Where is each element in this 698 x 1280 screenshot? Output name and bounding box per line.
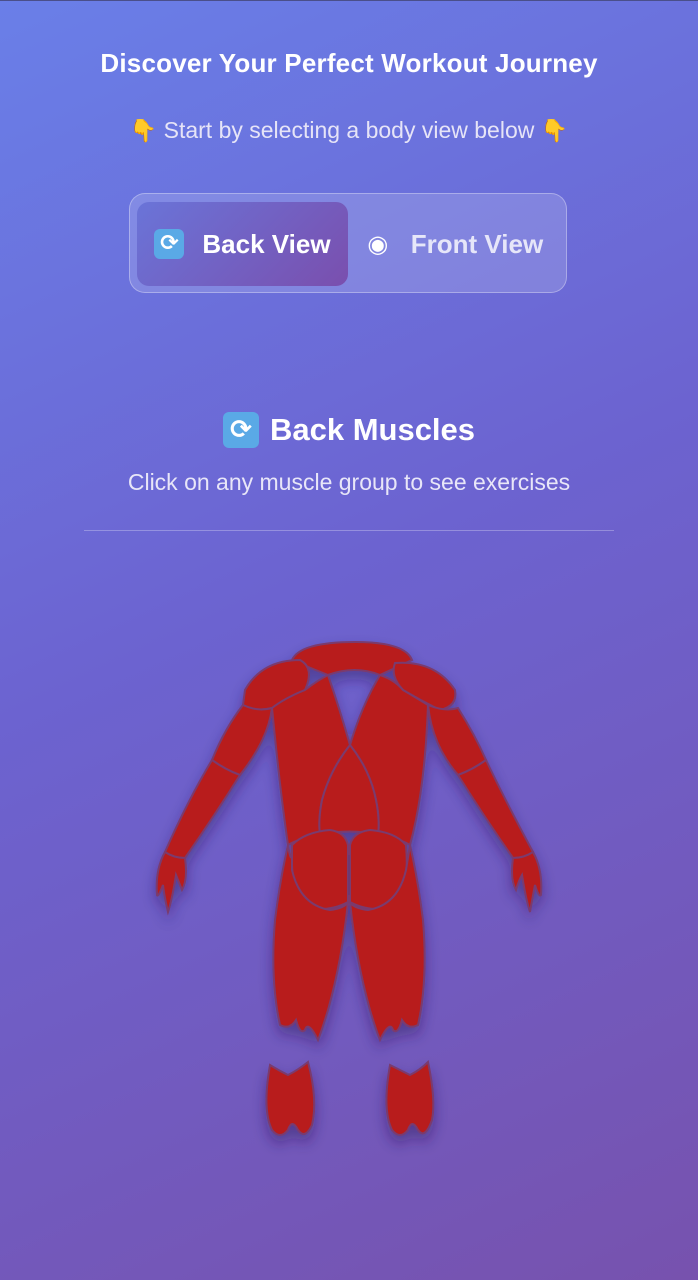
front-view-button[interactable]: ◉ Front View [348,202,558,286]
muscle-right-forearm[interactable] [456,758,535,860]
section-title-text: Back Muscles [269,412,476,447]
instruction-text: Start by selecting a body view below [163,117,535,143]
instruction-line: 👇 Start by selecting a body view below 👇 [0,117,698,144]
top-border [0,0,698,1]
pointing-down-hand-icon: 👇 [129,119,158,144]
page-title: Discover Your Perfect Workout Journey [100,48,598,78]
muscle-left-calf[interactable] [265,1060,316,1136]
section-instruction: Click on any muscle group to see exercis… [127,469,571,495]
muscle-left-hand[interactable] [155,850,187,916]
muscle-right-calf[interactable] [385,1059,435,1136]
divider [84,530,614,531]
muscle-left-forearm[interactable] [163,758,242,860]
pointing-down-hand-icon: 👇 [540,119,569,144]
cycle-arrows-icon: ⟳ [154,229,185,259]
muscle-right-triceps[interactable] [426,703,488,777]
back-body-diagram [155,640,543,1136]
back-view-button[interactable]: ⟳ Back View [137,202,348,286]
body-view-toggle: ⟳ Back View ◉ Front View [129,193,567,293]
muscle-left-triceps[interactable] [210,703,274,777]
muscle-right-hand[interactable] [511,850,543,913]
eye-icon: ◉ [367,230,389,258]
cycle-arrows-icon: ⟳ [222,412,259,448]
front-view-label: Front View [410,228,544,259]
back-view-label: Back View [202,228,331,259]
section-heading: ⟳ Back Muscles [0,412,698,448]
